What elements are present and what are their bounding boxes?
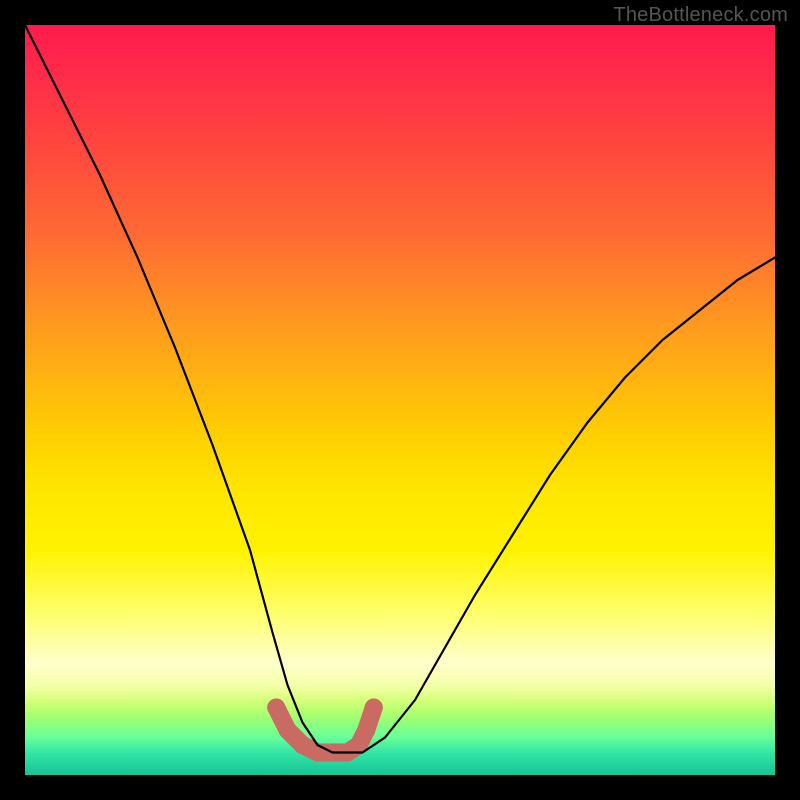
highlight-dot: [357, 721, 375, 739]
plot-area: [25, 25, 775, 775]
chart-container: TheBottleneck.com: [0, 0, 800, 800]
highlight-dot: [267, 699, 285, 717]
bottleneck-curve: [25, 25, 775, 753]
watermark-text: TheBottleneck.com: [613, 4, 788, 27]
curve-highlight: [267, 699, 383, 762]
chart-svg: [25, 25, 775, 775]
highlight-dot: [279, 721, 297, 739]
highlight-dot: [365, 699, 383, 717]
